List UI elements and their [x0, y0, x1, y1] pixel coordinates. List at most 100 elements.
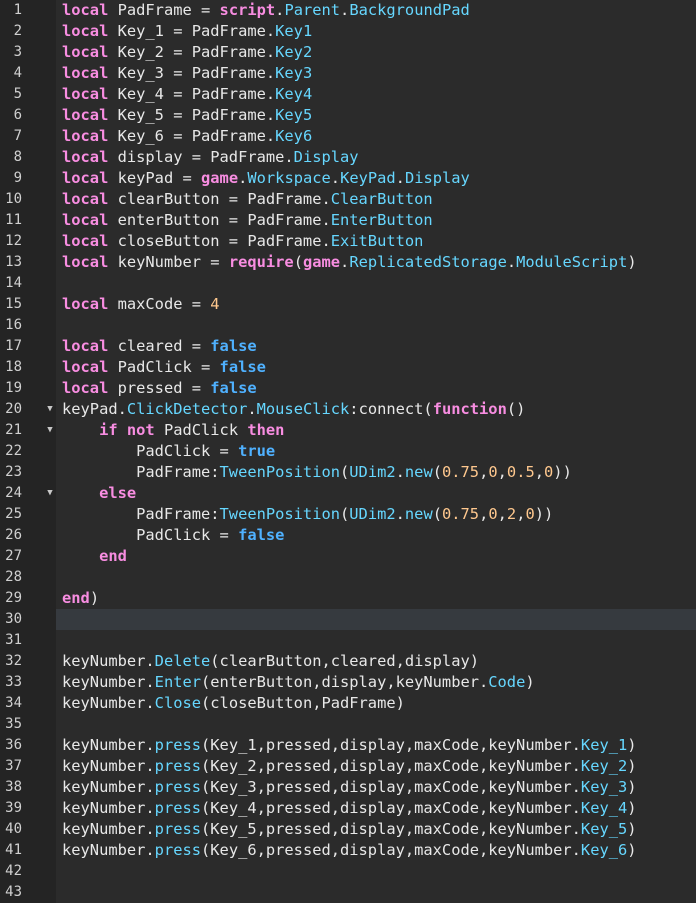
code-text[interactable]: local Key_1 = PadFrame.Key1 — [56, 21, 696, 42]
code-line[interactable]: 13 local keyNumber = require(game.Replica… — [0, 252, 696, 273]
code-text[interactable]: keyNumber.Close(closeButton,PadFrame) — [56, 693, 696, 714]
code-line[interactable]: 36 keyNumber.press(Key_1,pressed,display,… — [0, 735, 696, 756]
triangle-down-icon[interactable]: ▼ — [44, 483, 56, 504]
code-line[interactable]: 5 local Key_4 = PadFrame.Key4 — [0, 84, 696, 105]
code-text[interactable]: local PadClick = false — [56, 357, 696, 378]
code-text[interactable]: keyNumber.press(Key_6,pressed,display,ma… — [56, 840, 696, 861]
code-text[interactable]: keyNumber.press(Key_1,pressed,display,ma… — [56, 735, 696, 756]
code-token-id: keyNumber. — [62, 778, 155, 796]
code-text[interactable] — [56, 882, 696, 903]
code-line[interactable]: 4 local Key_3 = PadFrame.Key3 — [0, 63, 696, 84]
code-text[interactable]: keyNumber.press(Key_5,pressed,display,ma… — [56, 819, 696, 840]
code-text[interactable]: local PadFrame = script.Parent.Backgroun… — [56, 0, 696, 21]
code-line[interactable]: 21 ▼ if not PadClick then — [0, 420, 696, 441]
code-line[interactable]: 40 keyNumber.press(Key_5,pressed,display,… — [0, 819, 696, 840]
code-text[interactable] — [56, 315, 696, 336]
code-line[interactable]: 25 PadFrame:TweenPosition(UDim2.new(0.75… — [0, 504, 696, 525]
triangle-down-icon[interactable]: ▼ — [44, 420, 56, 441]
code-text[interactable]: local Key_6 = PadFrame.Key6 — [56, 126, 696, 147]
code-text[interactable]: keyPad.ClickDetector.MouseClick:connect(… — [56, 399, 696, 420]
code-text[interactable]: else — [56, 483, 696, 504]
code-token-kw: script — [219, 1, 276, 19]
code-line[interactable]: 18 local PadClick = false — [0, 357, 696, 378]
code-text[interactable]: local display = PadFrame.Display — [56, 147, 696, 168]
code-line[interactable]: 14 — [0, 273, 696, 294]
code-text[interactable]: local enterButton = PadFrame.EnterButton — [56, 210, 696, 231]
code-line[interactable]: 43 — [0, 882, 696, 903]
code-text[interactable] — [56, 609, 696, 630]
code-line[interactable]: 32 keyNumber.Delete(clearButton,cleared,d… — [0, 651, 696, 672]
code-text[interactable]: local Key_3 = PadFrame.Key3 — [56, 63, 696, 84]
code-text[interactable]: keyNumber.press(Key_3,pressed,display,ma… — [56, 777, 696, 798]
code-line[interactable]: 16 — [0, 315, 696, 336]
code-text[interactable]: local keyPad = game.Workspace.KeyPad.Dis… — [56, 168, 696, 189]
code-text[interactable]: local clearButton = PadFrame.ClearButton — [56, 189, 696, 210]
code-text[interactable]: PadFrame:TweenPosition(UDim2.new(0.75,0,… — [56, 462, 696, 483]
code-text[interactable]: local closeButton = PadFrame.ExitButton — [56, 231, 696, 252]
code-token-id: ) — [627, 820, 637, 838]
code-text[interactable]: local Key_5 = PadFrame.Key5 — [56, 105, 696, 126]
code-text[interactable] — [56, 567, 696, 588]
code-line[interactable]: 31 — [0, 630, 696, 651]
code-line[interactable]: 6 local Key_5 = PadFrame.Key5 — [0, 105, 696, 126]
code-line[interactable]: 22 PadClick = true — [0, 441, 696, 462]
code-line[interactable]: 41 keyNumber.press(Key_6,pressed,display,… — [0, 840, 696, 861]
code-token-num: 4 — [210, 295, 220, 313]
code-text[interactable]: keyNumber.Delete(clearButton,cleared,dis… — [56, 651, 696, 672]
code-line[interactable]: 28 — [0, 567, 696, 588]
code-line[interactable]: 24 ▼ else — [0, 483, 696, 504]
code-text[interactable]: PadFrame:TweenPosition(UDim2.new(0.75,0,… — [56, 504, 696, 525]
code-line[interactable]: 27 end — [0, 546, 696, 567]
code-line[interactable]: 33 keyNumber.Enter(enterButton,display,ke… — [0, 672, 696, 693]
code-text[interactable]: PadClick = true — [56, 441, 696, 462]
code-line[interactable]: 3 local Key_2 = PadFrame.Key2 — [0, 42, 696, 63]
code-line[interactable]: 12 local closeButton = PadFrame.ExitButto… — [0, 231, 696, 252]
code-editor[interactable]: 1 local PadFrame = script.Parent.Backgrou… — [0, 0, 696, 903]
code-token-id: cleared = — [108, 337, 211, 355]
code-line[interactable]: 8 local display = PadFrame.Display — [0, 147, 696, 168]
code-line[interactable]: 17 local cleared = false — [0, 336, 696, 357]
code-line[interactable]: 7 local Key_6 = PadFrame.Key6 — [0, 126, 696, 147]
code-line[interactable]: 2 local Key_1 = PadFrame.Key1 — [0, 21, 696, 42]
code-text[interactable] — [56, 861, 696, 882]
code-line[interactable]: 23 PadFrame:TweenPosition(UDim2.new(0.75… — [0, 462, 696, 483]
code-line[interactable]: 15 local maxCode = 4 — [0, 294, 696, 315]
code-text[interactable]: local maxCode = 4 — [56, 294, 696, 315]
code-text[interactable]: local cleared = false — [56, 336, 696, 357]
code-text[interactable]: PadClick = false — [56, 525, 696, 546]
code-line[interactable]: 1 local PadFrame = script.Parent.Backgrou… — [0, 0, 696, 21]
code-line[interactable]: 37 keyNumber.press(Key_2,pressed,display,… — [0, 756, 696, 777]
code-line[interactable]: 19 local pressed = false — [0, 378, 696, 399]
code-line[interactable]: 34 keyNumber.Close(closeButton,PadFrame) — [0, 693, 696, 714]
code-line[interactable]: 10 local clearButton = PadFrame.ClearButt… — [0, 189, 696, 210]
code-text[interactable]: if not PadClick then — [56, 420, 696, 441]
code-text[interactable]: local pressed = false — [56, 378, 696, 399]
code-line[interactable]: 26 PadClick = false — [0, 525, 696, 546]
code-text[interactable]: end) — [56, 588, 696, 609]
code-line[interactable]: 9 local keyPad = game.Workspace.KeyPad.Di… — [0, 168, 696, 189]
code-line[interactable]: 38 keyNumber.press(Key_3,pressed,display,… — [0, 777, 696, 798]
code-line[interactable]: 11 local enterButton = PadFrame.EnterButt… — [0, 210, 696, 231]
code-text[interactable]: keyNumber.press(Key_2,pressed,display,ma… — [56, 756, 696, 777]
code-token-prop: press — [154, 841, 202, 859]
code-line[interactable]: 35 — [0, 714, 696, 735]
code-text[interactable]: end — [56, 546, 696, 567]
code-text[interactable]: local keyNumber = require(game.Replicate… — [56, 252, 696, 273]
code-line[interactable]: 42 — [0, 861, 696, 882]
code-text[interactable]: local Key_4 = PadFrame.Key4 — [56, 84, 696, 105]
code-line[interactable]: 29 end) — [0, 588, 696, 609]
code-token-kw: local — [62, 379, 109, 397]
code-text[interactable] — [56, 714, 696, 735]
code-text[interactable] — [56, 273, 696, 294]
code-text[interactable]: keyNumber.press(Key_4,pressed,display,ma… — [56, 798, 696, 819]
code-text[interactable]: keyNumber.Enter(enterButton,display,keyN… — [56, 672, 696, 693]
code-text[interactable] — [56, 630, 696, 651]
code-token-id: (Key_2,pressed,display,maxCode,keyNumber… — [201, 757, 581, 775]
code-line[interactable]: 39 keyNumber.press(Key_4,pressed,display,… — [0, 798, 696, 819]
code-line[interactable]: 30 — [0, 609, 696, 630]
code-token-id: . — [238, 169, 248, 187]
code-token-id: ( — [432, 505, 442, 523]
code-line[interactable]: 20 ▼ keyPad.ClickDetector.MouseClick:conne… — [0, 399, 696, 420]
triangle-down-icon[interactable]: ▼ — [44, 399, 56, 420]
code-text[interactable]: local Key_2 = PadFrame.Key2 — [56, 42, 696, 63]
